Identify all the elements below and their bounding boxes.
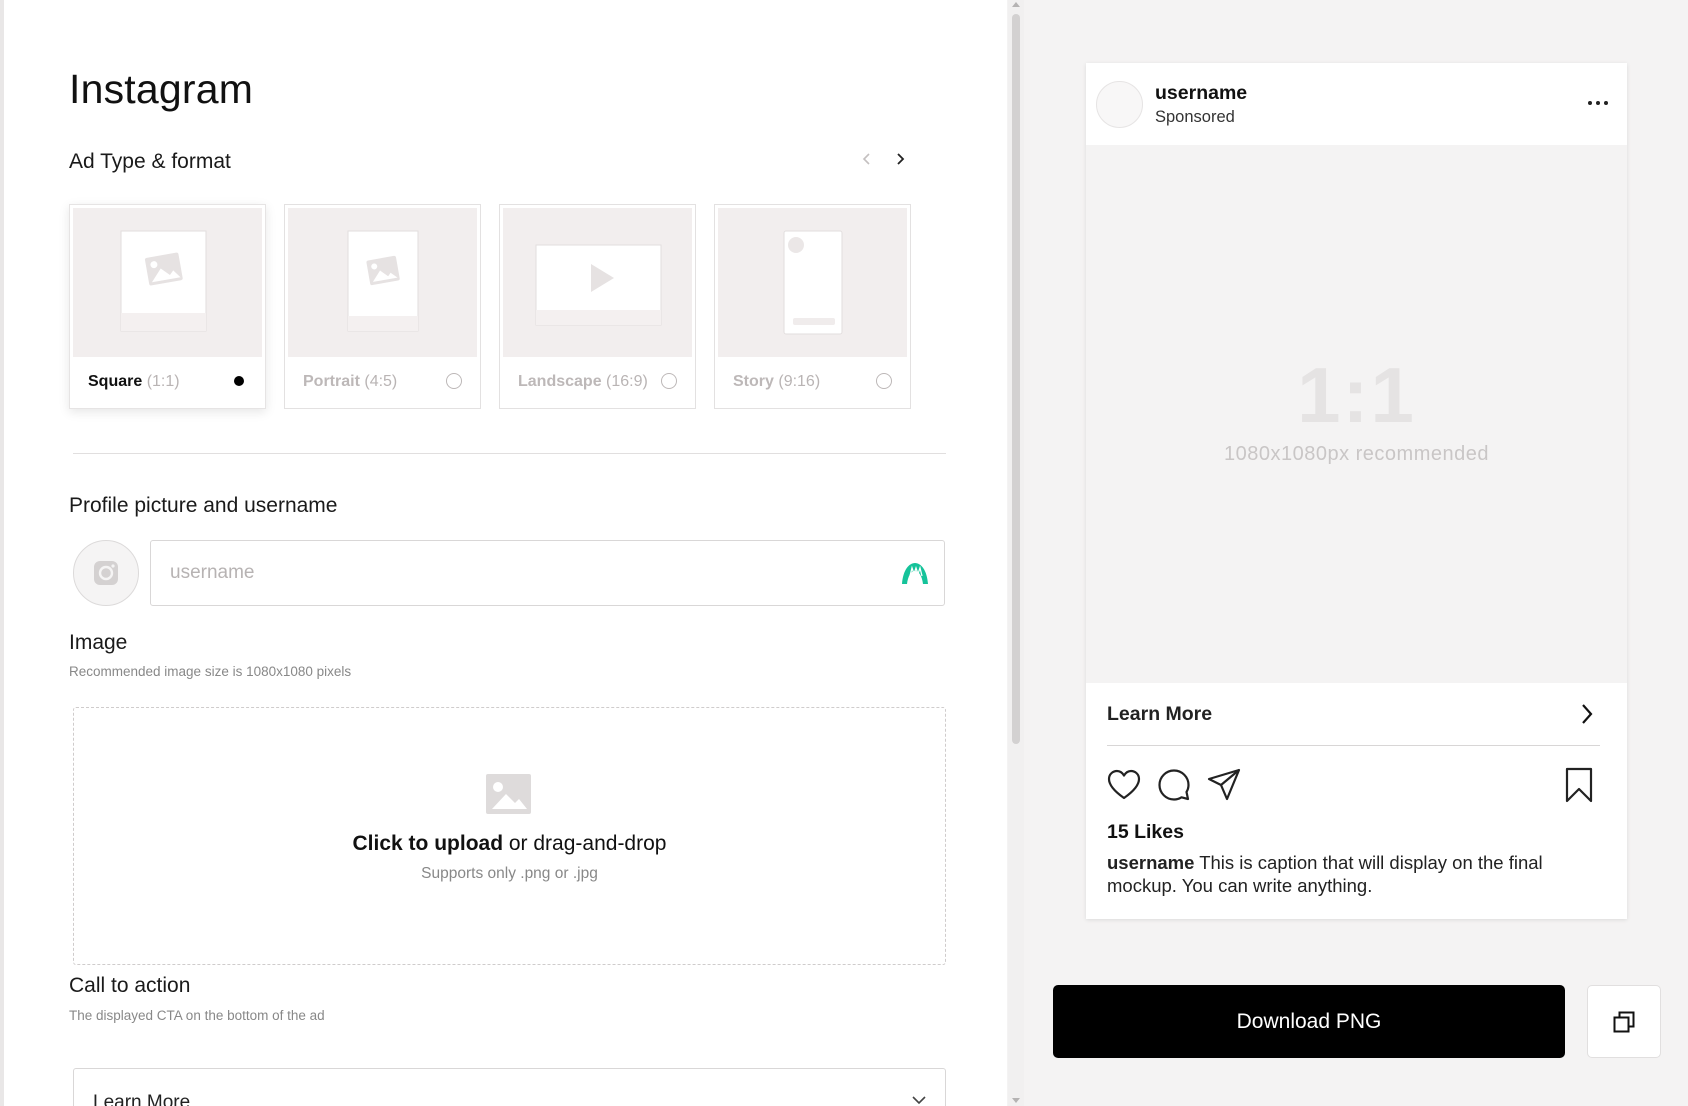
format-radio-portrait[interactable] — [446, 373, 462, 389]
preview-aspect-ratio: 1:1 — [1297, 351, 1416, 439]
preview-cta-bar[interactable]: Learn More — [1107, 684, 1600, 746]
page-title: Instagram — [69, 66, 254, 112]
portrait-preview-icon — [347, 230, 419, 332]
caption-username: username — [1107, 852, 1195, 873]
landscape-preview-icon — [535, 244, 662, 326]
share-icon[interactable] — [1206, 767, 1242, 803]
format-thumb — [288, 208, 477, 357]
format-label-landscape: Landscape (16:9) — [518, 373, 648, 390]
chevron-down-icon — [912, 1096, 926, 1105]
username-input[interactable] — [150, 540, 945, 606]
upload-hint: Supports only .png or .jpg — [421, 865, 598, 882]
profile-heading: Profile picture and username — [69, 494, 338, 517]
preview-recommended-size: 1080x1080px recommended — [1223, 443, 1489, 465]
carousel-next-button[interactable] — [889, 148, 911, 170]
preview-media-placeholder: 1:1 1080x1080px recommended — [1086, 145, 1627, 683]
cta-select[interactable]: Learn More — [73, 1068, 946, 1106]
format-card-portrait[interactable]: Portrait (4:5) — [284, 204, 481, 409]
app-root: Instagram Ad Type & format Square (1:1) … — [0, 0, 1688, 1106]
chevron-right-icon — [897, 153, 905, 165]
format-thumb — [73, 208, 262, 357]
chevron-right-icon — [1582, 704, 1593, 724]
story-preview-icon — [783, 230, 843, 335]
instagram-preview-card: username Sponsored 1:1 1080x1080px recom… — [1086, 63, 1627, 919]
format-card-landscape[interactable]: Landscape (16:9) — [499, 204, 696, 409]
bookmark-icon[interactable] — [1561, 767, 1597, 803]
editor-panel: Instagram Ad Type & format Square (1:1) … — [0, 0, 1007, 1106]
ad-type-heading: Ad Type & format — [69, 150, 231, 173]
format-thumb — [718, 208, 907, 357]
cta-select-value: Learn More — [93, 1092, 191, 1106]
format-radio-square[interactable] — [231, 373, 247, 389]
format-card-square[interactable]: Square (1:1) — [69, 204, 266, 409]
more-icon[interactable] — [1586, 97, 1610, 109]
profile-picture-upload[interactable] — [73, 540, 139, 606]
format-label-square: Square (1:1) — [88, 373, 180, 390]
format-radio-story[interactable] — [876, 373, 892, 389]
image-subheading: Recommended image size is 1080x1080 pixe… — [69, 664, 352, 679]
comment-icon[interactable] — [1156, 767, 1192, 803]
grammarly-icon[interactable] — [900, 560, 930, 586]
preview-avatar — [1096, 81, 1143, 128]
camera-icon — [94, 561, 118, 585]
scroll-thumb[interactable] — [1012, 14, 1020, 744]
cta-subheading: The displayed CTA on the bottom of the a… — [69, 1008, 325, 1023]
format-radio-landscape[interactable] — [661, 373, 677, 389]
copy-button[interactable] — [1587, 985, 1661, 1058]
preview-sponsored-label: Sponsored — [1155, 108, 1235, 126]
format-card-story[interactable]: Story (9:16) — [714, 204, 911, 409]
section-divider — [73, 453, 946, 454]
preview-username: username — [1155, 82, 1248, 104]
cta-heading: Call to action — [69, 974, 191, 997]
upload-instructions: Click to upload or drag-and-drop — [352, 832, 667, 855]
format-thumb — [503, 208, 692, 357]
preview-caption: username This is caption that will displ… — [1107, 851, 1607, 897]
copy-icon — [1613, 1011, 1635, 1032]
preview-cta-label: Learn More — [1107, 703, 1213, 725]
image-placeholder-icon — [486, 774, 531, 814]
download-png-button[interactable]: Download PNG — [1053, 985, 1565, 1058]
format-label-portrait: Portrait (4:5) — [303, 373, 398, 390]
preview-likes: 15 Likes — [1107, 821, 1184, 843]
image-heading: Image — [69, 631, 128, 654]
heart-icon[interactable] — [1106, 767, 1142, 803]
scroll-up-arrow[interactable] — [1012, 2, 1020, 7]
click-to-upload-link[interactable]: Click to upload — [353, 832, 504, 855]
scroll-down-arrow[interactable] — [1012, 1098, 1020, 1103]
editor-scrollbar[interactable] — [1008, 0, 1024, 1106]
format-label-story: Story (9:16) — [733, 373, 821, 390]
carousel-prev-button[interactable] — [856, 148, 878, 170]
chevron-left-icon — [862, 153, 870, 165]
image-dropzone[interactable]: Click to upload or drag-and-drop Support… — [73, 707, 946, 965]
square-preview-icon — [120, 230, 207, 332]
